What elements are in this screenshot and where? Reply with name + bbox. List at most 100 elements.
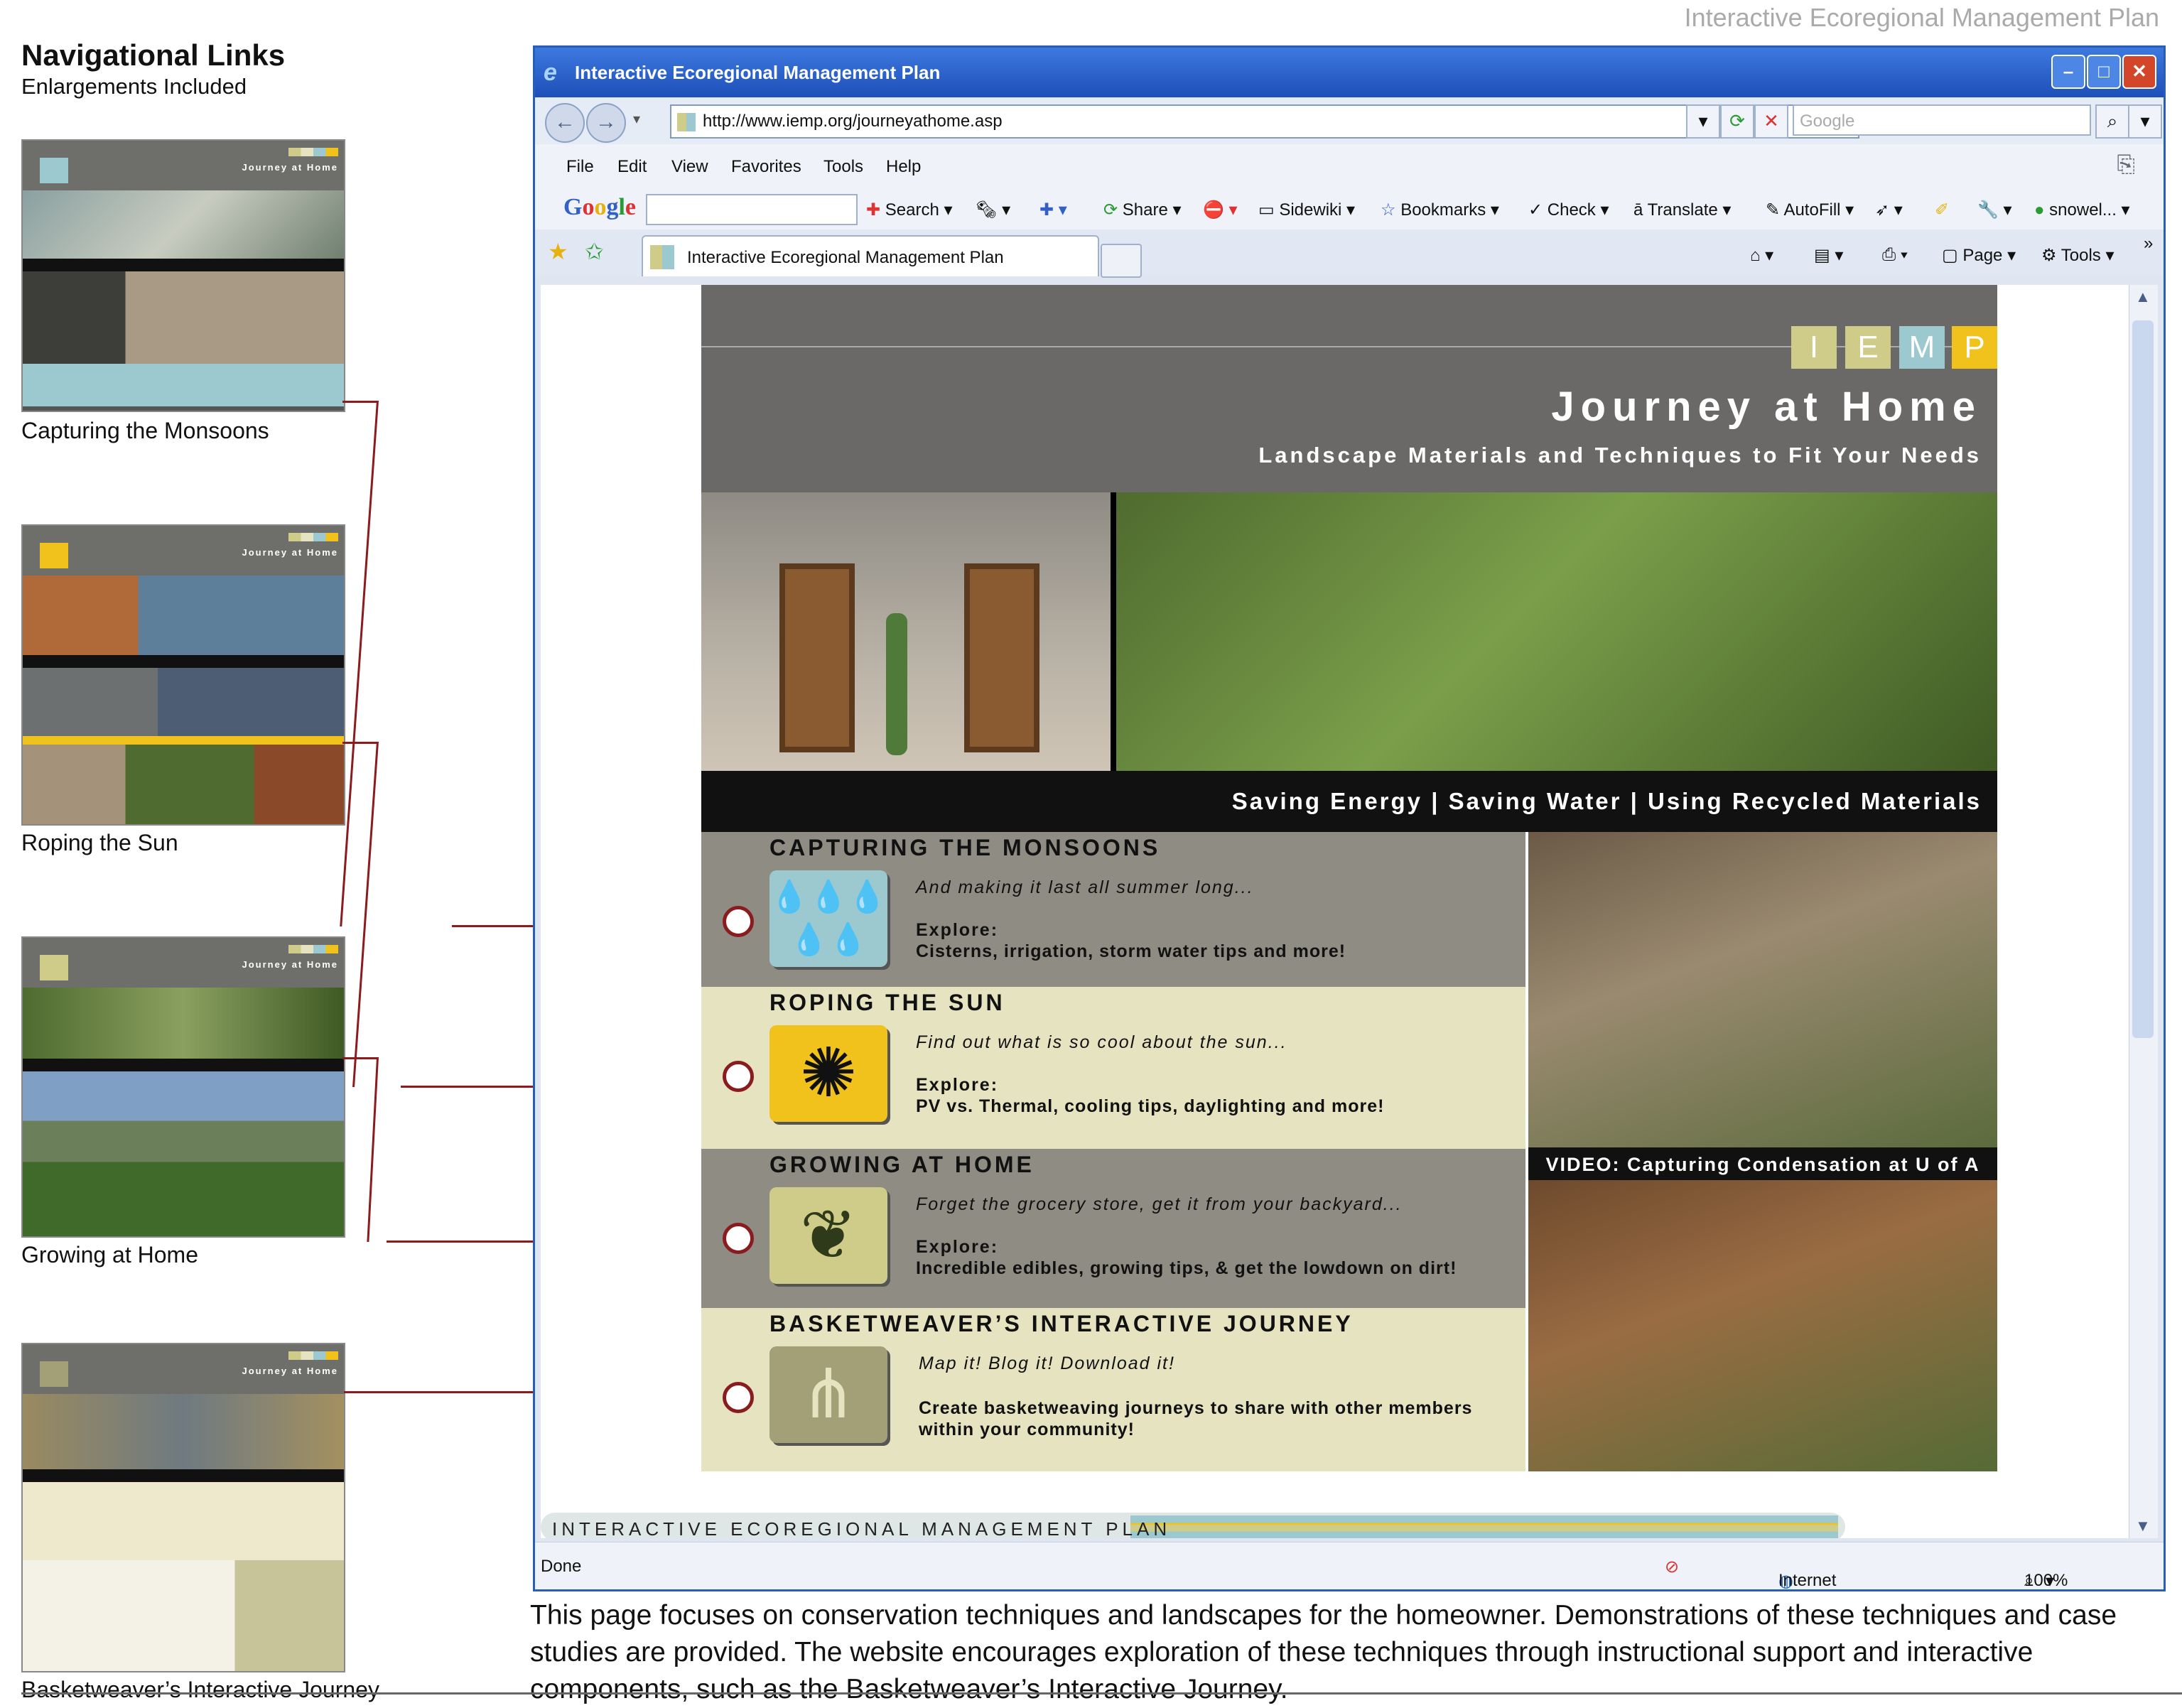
section-growing-home[interactable]: GROWING AT HOME ❦ Forget the grocery sto… <box>701 1149 1525 1308</box>
section-title: GROWING AT HOME <box>769 1152 1035 1177</box>
menu-edit[interactable]: Edit <box>617 157 647 177</box>
feeds-icon[interactable]: ▤ ▾ <box>1814 245 1843 266</box>
menu-bar: File Edit View Favorites Tools Help ⎘ <box>535 144 2164 187</box>
add-favorites-icon[interactable]: ✩ <box>585 238 604 265</box>
page-menu-button[interactable]: ▢ Page ▾ <box>1942 245 2016 266</box>
status-bar: Done ⊘ ◍ Internet ⌕ 100% ▾ <box>535 1542 2164 1591</box>
raindrops-icon: 💧💧💧 💧💧 <box>769 870 887 967</box>
close-button[interactable]: ✕ <box>2122 55 2156 89</box>
document-header: Interactive Ecoregional Management Plan <box>1684 3 2159 32</box>
user-account-button[interactable]: ● snowel... ▾ <box>2034 200 2130 220</box>
search-icon[interactable]: ⌕ <box>2095 104 2129 139</box>
section-tagline: Forget the grocery store, get it from yo… <box>916 1194 1403 1214</box>
page-viewport: I E M P Journey at Home Landscape Materi… <box>541 285 2158 1538</box>
news-icon[interactable]: 🗞 ▾ <box>976 200 1010 220</box>
chevron-more-icon[interactable]: » <box>2144 234 2153 254</box>
minimize-button[interactable]: – <box>2051 55 2085 89</box>
site-header: I E M P Journey at Home Landscape Materi… <box>701 285 1997 492</box>
condensation-video-thumbnail[interactable] <box>1528 1180 1997 1471</box>
back-button[interactable]: ← <box>545 103 585 143</box>
scroll-down-icon[interactable]: ▼ <box>2135 1517 2151 1535</box>
vertical-scrollbar[interactable]: ▲ ▼ <box>2129 285 2158 1538</box>
search-options-icon[interactable]: ▾ <box>2128 104 2162 139</box>
history-dropdown-icon[interactable]: ▾ <box>633 110 640 128</box>
home-icon[interactable]: ⌂ ▾ <box>1750 245 1773 266</box>
new-tab-button[interactable] <box>1101 244 1142 278</box>
refresh-icon[interactable]: ⟳ <box>1720 104 1754 139</box>
menu-tools[interactable]: Tools <box>823 157 863 177</box>
thumbnail-label: Basketweaver’s Interactive Journey <box>21 1677 379 1702</box>
tab-active[interactable]: Interactive Ecoregional Management Plan <box>642 235 1099 276</box>
link-marker <box>723 1223 754 1254</box>
thumbnail-basketweaver[interactable]: Journey at Home <box>21 1343 345 1672</box>
add-button-icon[interactable]: ✚ ▾ <box>1039 200 1067 220</box>
section-capturing-monsoons[interactable]: CAPTURING THE MONSOONS 💧💧💧 💧💧 And making … <box>701 832 1525 987</box>
link-marker <box>723 906 754 937</box>
section-title: BASKETWEAVER’S INTERACTIVE JOURNEY <box>769 1311 1354 1336</box>
connector-line <box>340 401 379 926</box>
scrollbar-thumb[interactable] <box>2132 320 2154 1038</box>
section-list: CAPTURING THE MONSOONS 💧💧💧 💧💧 And making … <box>701 832 1997 1471</box>
site-favicon-icon <box>677 112 696 131</box>
thumbnail-title: Journey at Home <box>242 959 338 970</box>
connector-line <box>367 1057 379 1242</box>
sidewiki-button[interactable]: ▭ Sidewiki ▾ <box>1258 200 1355 220</box>
search-button[interactable]: ✚ Search ▾ <box>866 200 953 220</box>
print-icon[interactable]: ⎙ ▾ <box>1882 245 1908 265</box>
bookmarks-button[interactable]: ☆ Bookmarks ▾ <box>1381 200 1499 220</box>
tools-menu-button[interactable]: ⚙ Tools ▾ <box>2041 245 2115 266</box>
section-detail: PV vs. Thermal, cooling tips, daylightin… <box>916 1096 1385 1116</box>
section-tagline: Map it! Blog it! Download it! <box>919 1353 1175 1373</box>
section-explore-label: Explore: <box>916 1075 999 1095</box>
section-title: ROPING THE SUN <box>769 990 1005 1015</box>
url-input[interactable]: http://www.iemp.org/journeyathome.asp <box>670 104 1859 139</box>
spellcheck-button[interactable]: ✓ Check ▾ <box>1528 200 1609 220</box>
adobe-doors-photo <box>701 492 1111 771</box>
thumbnail-label: Capturing the Monsoons <box>21 418 269 443</box>
privacy-icon[interactable]: ⊘ <box>1665 1557 1679 1577</box>
menu-file[interactable]: File <box>566 157 594 177</box>
sun-icon <box>40 543 68 568</box>
thumbnail-roping-sun[interactable]: Journey at Home <box>21 524 345 826</box>
autofill-button[interactable]: ✎ AutoFill ▾ <box>1766 200 1854 220</box>
section-detail: Incredible edibles, growing tips, & get … <box>916 1258 1457 1278</box>
window-title: Interactive Ecoregional Management Plan <box>575 62 941 83</box>
garden-sculpture-photo <box>1528 832 1997 1147</box>
logo-letter-e: E <box>1845 326 1891 369</box>
connector-line <box>352 742 379 1087</box>
google-search-input[interactable] <box>646 194 858 225</box>
bottom-divider <box>21 1692 2182 1695</box>
stop-icon[interactable]: ✕ <box>1754 104 1788 139</box>
link-marker <box>723 1061 754 1092</box>
share-button[interactable]: ⟳ Share ▾ <box>1103 200 1182 220</box>
section-basketweaver[interactable]: BASKETWEAVER’S INTERACTIVE JOURNEY ⋔ Map… <box>701 1308 1525 1471</box>
translate-page-icon[interactable]: ⎘ <box>2117 151 2135 178</box>
thumbnail-capturing-monsoons[interactable]: Journey at Home <box>21 139 345 412</box>
site-favicon-icon <box>650 245 674 269</box>
settings-wrench-icon[interactable]: 🔧 ▾ <box>1977 200 2012 220</box>
favorites-star-icon[interactable]: ★ <box>548 238 568 265</box>
thumbnail-growing-home[interactable]: Journey at Home <box>21 936 345 1238</box>
description-paragraph: This page focuses on conservation techni… <box>530 1600 2117 1704</box>
search-input[interactable]: Google <box>1793 104 2091 136</box>
highlight-icon[interactable]: ✐ <box>1935 200 1949 220</box>
translate-button[interactable]: ā Translate ▾ <box>1633 200 1731 220</box>
menu-view[interactable]: View <box>671 157 708 177</box>
maximize-button[interactable]: □ <box>2087 55 2121 89</box>
raindrops-icon <box>40 158 68 183</box>
forward-button[interactable]: → <box>586 103 626 143</box>
menu-favorites[interactable]: Favorites <box>731 157 801 177</box>
popup-blocker-icon[interactable]: ⛔ ▾ <box>1203 200 1238 220</box>
site-subtitle: Landscape Materials and Techniques to Fi… <box>1258 443 1982 467</box>
hero-images <box>701 492 1997 771</box>
nav-panel-subtitle: Enlargements Included <box>21 74 247 99</box>
logo-letter-m: M <box>1899 326 1945 369</box>
scroll-up-icon[interactable]: ▲ <box>2135 288 2151 306</box>
video-link[interactable]: VIDEO: Capturing Condensation at U of A <box>1528 1150 1997 1179</box>
url-dropdown-icon[interactable]: ▾ <box>1686 104 1720 139</box>
thumbnail-title: Journey at Home <box>242 547 338 558</box>
menu-help[interactable]: Help <box>886 157 921 177</box>
thumbnail-title: Journey at Home <box>242 162 338 173</box>
section-roping-sun[interactable]: ROPING THE SUN ✺ Find out what is so coo… <box>701 987 1525 1149</box>
send-to-icon[interactable]: ➶ ▾ <box>1875 200 1903 220</box>
